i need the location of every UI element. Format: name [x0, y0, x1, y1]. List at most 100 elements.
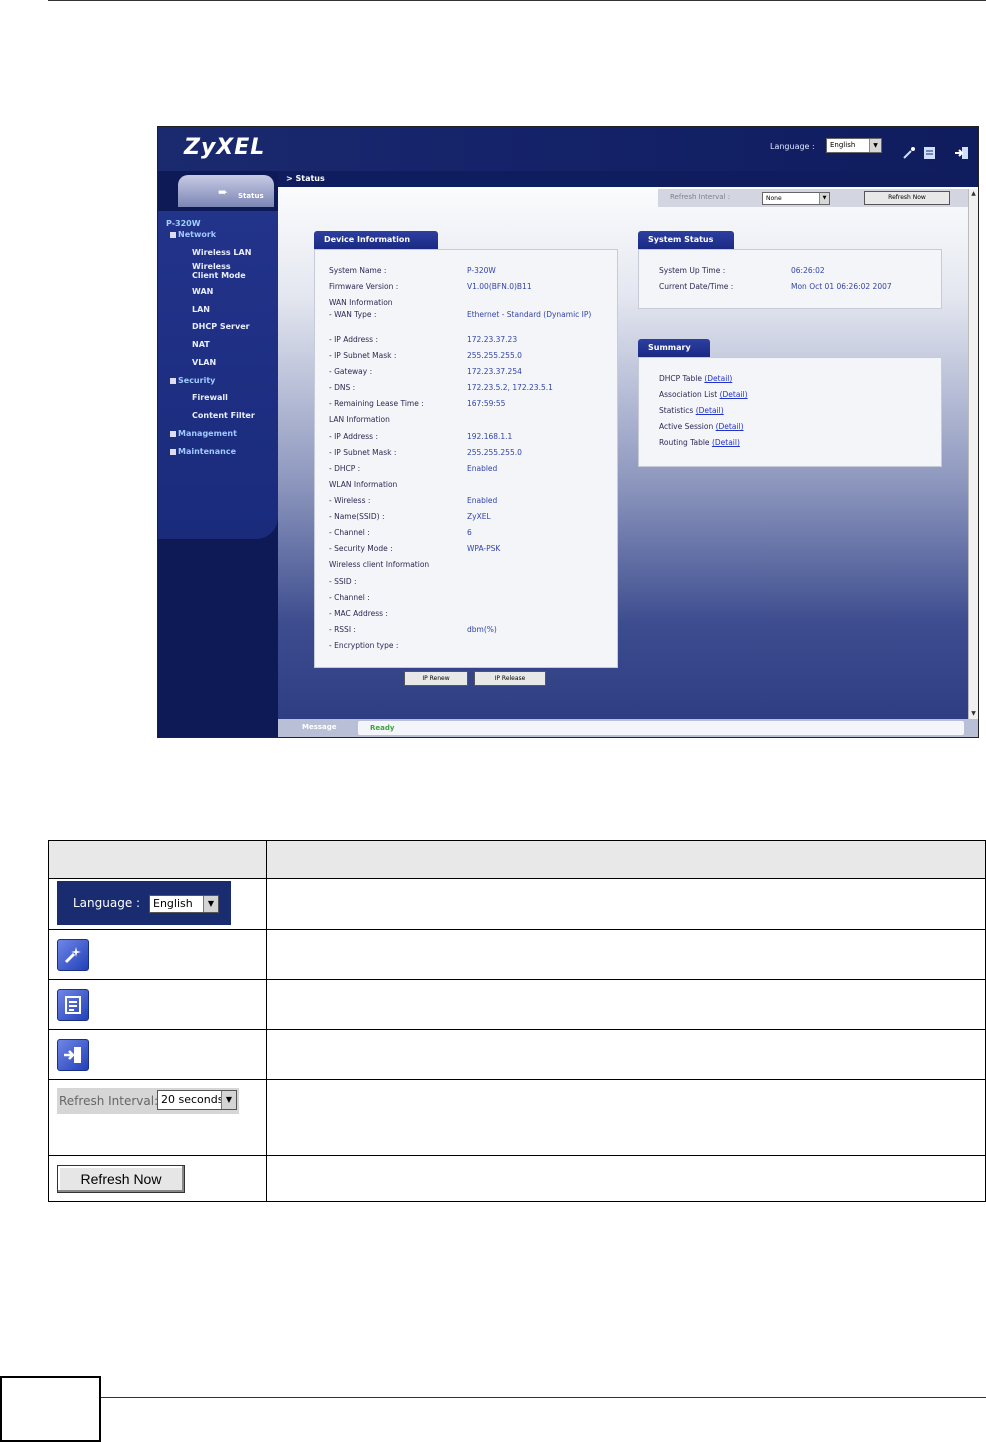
scroll-down-icon[interactable]: ▼ — [969, 709, 978, 719]
refresh-interval-select[interactable]: 20 seconds ▼ — [157, 1090, 237, 1110]
system-status-value: 06:26:02 — [791, 266, 825, 275]
table-cell: Refresh Interval: 20 seconds ▼ — [48, 1079, 267, 1156]
summary-item-label: Routing Table — [659, 438, 710, 447]
device-info-label: - Security Mode : — [329, 544, 393, 553]
language-selector-sample[interactable]: Language : English ▼ — [57, 881, 231, 925]
summary-item-label: Statistics — [659, 406, 694, 415]
detail-link[interactable]: (Detail) — [712, 438, 740, 447]
device-info-label: - DHCP : — [329, 464, 361, 473]
chevron-down-icon: ▼ — [819, 193, 829, 204]
device-info-value: 172.23.37.254 — [467, 367, 522, 376]
table-row: Refresh Interval: 20 seconds ▼ — [48, 1079, 986, 1156]
nav-dhcp-server[interactable]: DHCP Server — [192, 322, 250, 331]
device-info-value: 167:59:55 — [467, 399, 506, 408]
summary-item: Active Session (Detail) — [659, 422, 744, 431]
device-info-label: - IP Subnet Mask : — [329, 351, 397, 360]
nav-wireless-lan[interactable]: Wireless LAN — [192, 248, 251, 257]
ip-release-button[interactable]: IP Release — [474, 671, 546, 686]
device-info-label: - Gateway : — [329, 367, 373, 376]
language-value: English — [153, 897, 193, 910]
refresh-interval-value: None — [766, 195, 782, 202]
table-cell — [265, 1079, 986, 1156]
system-status-label: Current Date/Time : — [659, 282, 734, 291]
refresh-interval-label: Refresh Interval : — [670, 193, 731, 201]
language-label: Language : — [73, 896, 141, 910]
nav-content-filter[interactable]: Content Filter — [192, 411, 255, 420]
summary-item: Routing Table (Detail) — [659, 438, 740, 447]
icon-description-table: Language : English ▼ Refresh Interval: 2… — [48, 840, 986, 1202]
expand-icon — [170, 430, 176, 437]
nav-firewall[interactable]: Firewall — [192, 393, 228, 402]
nav-wan[interactable]: WAN — [192, 287, 213, 296]
refresh-interval-select[interactable]: None ▼ — [762, 192, 830, 205]
nav-panel: P-320W Network Wireless LAN Wireless Cli… — [158, 211, 278, 539]
device-info-label: Wireless client Information — [329, 560, 430, 569]
system-status-value: Mon Oct 01 06:26:02 2007 — [791, 282, 892, 291]
detail-link[interactable]: (Detail) — [704, 374, 732, 383]
nav-wireless-client-mode[interactable]: Wireless Client Mode — [192, 262, 246, 280]
ip-renew-button[interactable]: IP Renew — [404, 671, 468, 686]
language-select[interactable]: English ▼ — [149, 895, 219, 913]
device-info-label: - Channel : — [329, 528, 370, 537]
help-icon[interactable] — [922, 145, 938, 159]
page-number-box — [0, 1376, 101, 1442]
nav-vlan[interactable]: VLAN — [192, 358, 216, 367]
help-icon[interactable] — [57, 988, 89, 1021]
device-info-value: Ethernet - Standard (Dynamic IP) — [467, 310, 592, 319]
scrollbar[interactable]: ▲ ▼ — [968, 189, 978, 719]
summary-item-label: DHCP Table — [659, 374, 702, 383]
device-info-value: 6 — [467, 528, 472, 537]
language-select[interactable]: English ▼ — [826, 138, 882, 153]
device-info-label: System Name : — [329, 266, 387, 275]
table-cell: Refresh Now — [48, 1155, 267, 1202]
scroll-up-icon[interactable]: ▲ — [969, 189, 978, 199]
device-info-label: WLAN Information — [329, 480, 398, 489]
sidebar: ➨ Status P-320W Network Wireless LAN Wir… — [158, 171, 278, 737]
message-label: Message — [302, 723, 337, 731]
chevron-down-icon: ▼ — [203, 896, 218, 912]
table-header-cell — [48, 840, 267, 879]
language-label: Language : — [770, 142, 815, 151]
system-status-title: System Status — [638, 231, 734, 249]
top-rule — [48, 0, 986, 1]
refresh-interval-label: Refresh Interval: — [59, 1094, 159, 1108]
detail-link[interactable]: (Detail) — [716, 422, 744, 431]
device-info-value: dbm(%) — [467, 625, 497, 634]
detail-link[interactable]: (Detail) — [696, 406, 724, 415]
device-info-label: - IP Address : — [329, 335, 378, 344]
table-row: Language : English ▼ — [48, 878, 986, 930]
table-header-row — [48, 840, 986, 879]
wizard-icon[interactable] — [57, 938, 89, 971]
logout-icon[interactable] — [57, 1038, 89, 1071]
nav-root[interactable]: P-320W — [166, 219, 201, 228]
nav-nat[interactable]: NAT — [192, 340, 210, 349]
zyxel-logo: ZyXEL — [184, 135, 266, 160]
status-tab-label: Status — [238, 192, 264, 200]
device-info-value: V1.00(BFN.0)B11 — [467, 282, 532, 291]
nav-security[interactable]: Security — [170, 376, 215, 385]
summary-item-label: Active Session — [659, 422, 714, 431]
refresh-interval-sample[interactable]: Refresh Interval: 20 seconds ▼ — [57, 1088, 239, 1114]
nav-network[interactable]: Network — [170, 230, 216, 239]
breadcrumb-bar: > Status — [278, 171, 978, 187]
nav-maintenance[interactable]: Maintenance — [170, 447, 236, 456]
table-cell — [48, 929, 267, 980]
device-info-label: Firmware Version : — [329, 282, 399, 291]
device-info-value: 172.23.5.2, 172.23.5.1 — [467, 383, 553, 392]
logout-icon[interactable] — [954, 145, 970, 159]
chevron-down-icon: ▼ — [869, 139, 881, 152]
device-info-value: 255.255.255.0 — [467, 448, 522, 457]
detail-link[interactable]: (Detail) — [720, 390, 748, 399]
device-info-value: Enabled — [467, 496, 498, 505]
nav-management[interactable]: Management — [170, 429, 237, 438]
refresh-now-button[interactable]: Refresh Now — [57, 1164, 185, 1193]
wizard-icon[interactable] — [902, 145, 918, 159]
nav-lan[interactable]: LAN — [192, 305, 210, 314]
refresh-now-button[interactable]: Refresh Now — [864, 191, 950, 205]
status-screen-screenshot: ZyXEL Language : English ▼ ➨ Status P-32… — [157, 126, 979, 738]
table-row — [48, 979, 986, 1030]
table-row — [48, 929, 986, 980]
device-info-label: - SSID : — [329, 577, 357, 586]
table-cell — [48, 1029, 267, 1080]
status-tab[interactable]: ➨ Status — [178, 175, 274, 207]
